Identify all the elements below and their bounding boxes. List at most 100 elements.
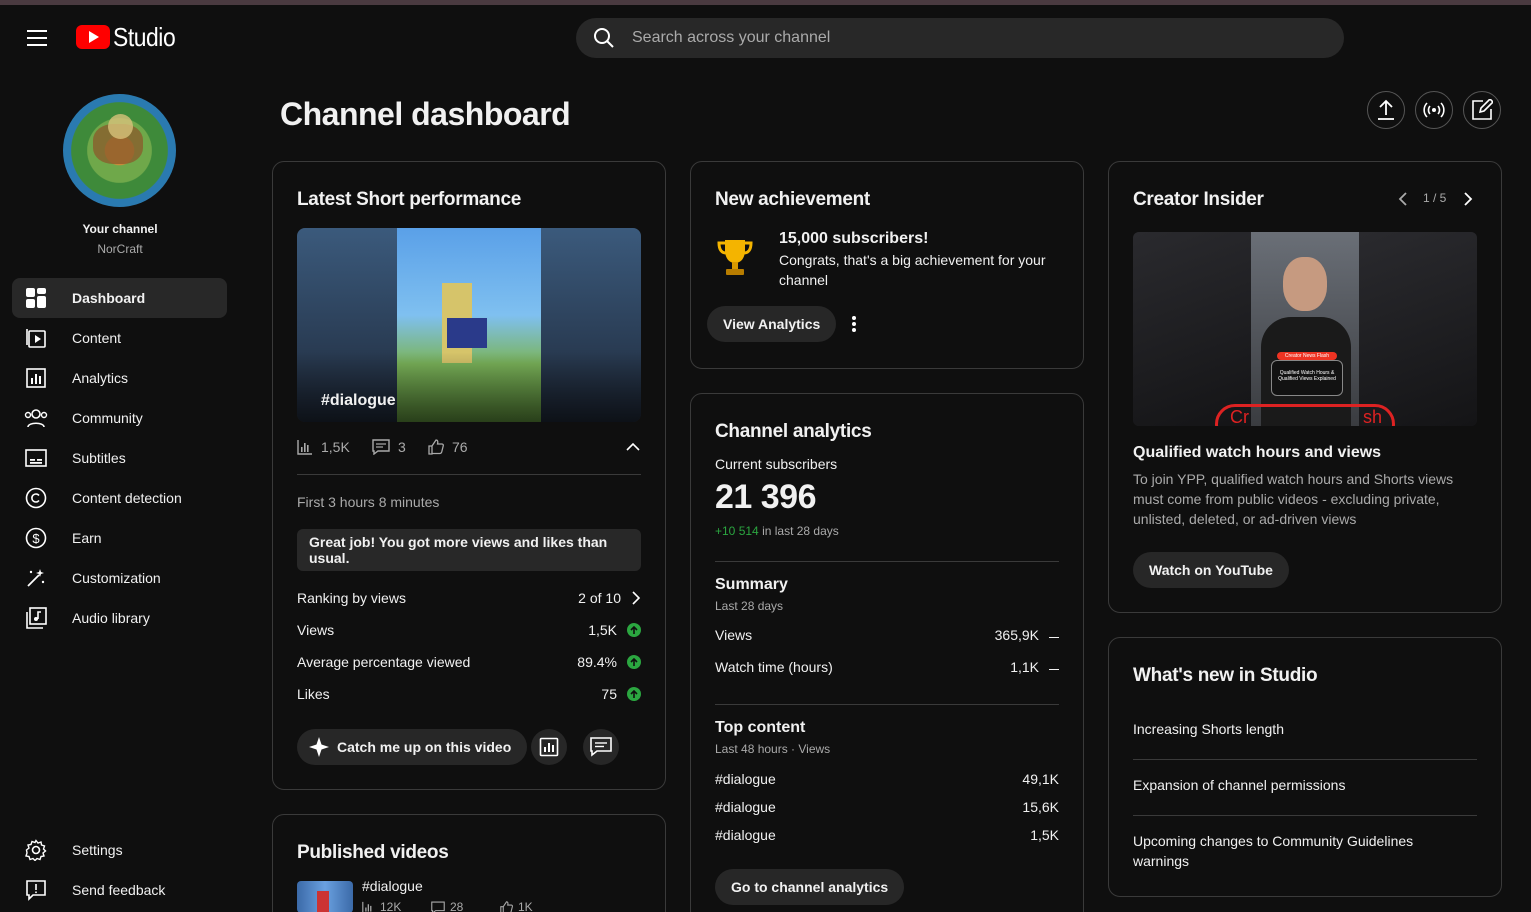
- dashboard-icon: [24, 286, 48, 310]
- likes-stat: 76: [428, 439, 468, 455]
- thumbnail-background: [1359, 232, 1477, 426]
- summary-title: Summary: [715, 576, 788, 593]
- bar-chart-icon: [297, 440, 312, 455]
- search-input[interactable]: [632, 29, 1312, 47]
- gear-icon: [24, 838, 48, 862]
- top-content-row[interactable]: #dialogue 1,5K: [715, 827, 1059, 843]
- sidebar-item-settings[interactable]: Settings: [12, 830, 227, 870]
- whats-new-card: What's new in Studio Increasing Shorts l…: [1108, 637, 1502, 897]
- sidebar-item-content[interactable]: Content: [12, 318, 227, 358]
- chevron-left-icon[interactable]: [1398, 191, 1408, 207]
- comments-count: 3: [398, 439, 406, 455]
- published-video-title[interactable]: #dialogue: [362, 878, 423, 894]
- summary-row-watch-time: Watch time (hours) 1,1K: [715, 659, 1059, 675]
- sidebar-item-label: Earn: [72, 530, 102, 546]
- sidebar-item-customization[interactable]: Customization: [12, 558, 227, 598]
- card-title: Published videos: [297, 842, 449, 863]
- news-item[interactable]: Upcoming changes to Community Guidelines…: [1133, 831, 1433, 871]
- insider-description: To join YPP, qualified watch hours and S…: [1133, 471, 1454, 527]
- chevron-right-icon[interactable]: [1463, 191, 1473, 207]
- go-to-channel-analytics-button[interactable]: Go to channel analytics: [715, 869, 905, 905]
- window-top-stripe: [0, 0, 1531, 5]
- creator-insider-thumbnail[interactable]: Creator News Flash Qualified Watch Hours…: [1133, 232, 1477, 426]
- published-likes-stat: 1K: [500, 900, 533, 912]
- go-live-button[interactable]: [1415, 91, 1453, 129]
- sidebar: Your channel NorCraft Dashboard Content …: [0, 70, 240, 912]
- top-content-row[interactable]: #dialogue 15,6K: [715, 799, 1059, 815]
- summary-metric-name: Views: [715, 627, 753, 643]
- sidebar-item-label: Content: [72, 330, 122, 346]
- channel-avatar[interactable]: [63, 94, 176, 207]
- top-content-row[interactable]: #dialogue 49,1K: [715, 771, 1059, 787]
- search-bar[interactable]: [576, 18, 1344, 58]
- arrow-up-icon: [627, 655, 641, 669]
- delta-suffix: in last 28 days: [762, 524, 839, 538]
- sidebar-item-analytics[interactable]: Analytics: [12, 358, 227, 398]
- sidebar-item-label: Subtitles: [72, 450, 126, 466]
- sidebar-item-label: Analytics: [72, 370, 129, 386]
- news-item[interactable]: Expansion of channel permissions: [1133, 775, 1477, 795]
- more-options-icon[interactable]: [851, 315, 857, 333]
- thumbnail-background: [1133, 232, 1251, 426]
- news-item[interactable]: Increasing Shorts length: [1133, 719, 1477, 739]
- sidebar-item-send-feedback[interactable]: Send feedback: [12, 870, 227, 910]
- likes-count: 76: [452, 439, 468, 455]
- metric-row-ranking[interactable]: Ranking by views 2 of 10: [297, 588, 641, 608]
- menu-icon[interactable]: [27, 30, 47, 46]
- studio-logo[interactable]: Studio: [76, 22, 184, 52]
- upload-button[interactable]: [1367, 91, 1405, 129]
- short-thumbnail[interactable]: #dialogue: [297, 228, 641, 422]
- top-content-title: #dialogue: [715, 827, 776, 843]
- video-analytics-button[interactable]: [531, 729, 567, 765]
- dollar-icon: $: [24, 526, 48, 550]
- upload-icon: [1378, 99, 1394, 120]
- view-analytics-button[interactable]: View Analytics: [707, 306, 837, 342]
- content-icon: [24, 326, 48, 350]
- metric-row-average-percentage-viewed: Average percentage viewed 89.4%: [297, 652, 641, 672]
- channel-analytics-card: Channel analytics Current subscribers 21…: [690, 393, 1084, 912]
- sidebar-item-label: Send feedback: [72, 882, 166, 898]
- summary-row-views: Views 365,9K: [715, 627, 1059, 643]
- sidebar-item-label: Customization: [72, 570, 161, 586]
- sidebar-item-earn[interactable]: $ Earn: [12, 518, 227, 558]
- thumbnail-badge-text: Creator News Flash: [1284, 353, 1330, 359]
- latest-short-card: Latest Short performance #dialogue 1,5K …: [272, 161, 666, 790]
- catch-me-up-button[interactable]: Catch me up on this video: [297, 729, 528, 765]
- delta-value: +10 514: [715, 524, 759, 538]
- arrow-up-icon: [627, 623, 641, 637]
- chevron-up-icon[interactable]: [626, 442, 640, 452]
- thumbnail-arc-text: Cr: [1230, 407, 1249, 426]
- metric-name: Views: [297, 622, 335, 638]
- top-content-period: Last 48 hours · Views: [715, 742, 831, 756]
- card-title: What's new in Studio: [1133, 665, 1318, 686]
- sidebar-item-community[interactable]: Community: [12, 398, 227, 438]
- sidebar-item-dashboard[interactable]: Dashboard: [12, 278, 227, 318]
- subscriber-delta: +10 514 in last 28 days: [715, 524, 839, 538]
- arrow-up-icon: [627, 687, 641, 701]
- published-views-stat: 12K: [362, 900, 401, 912]
- metric-name: Average percentage viewed: [297, 654, 471, 670]
- sidebar-item-audio-library[interactable]: Audio library: [12, 598, 227, 638]
- achievement-card: New achievement 15,000 subscribers! Cong…: [690, 161, 1084, 369]
- sidebar-item-subtitles[interactable]: Subtitles: [12, 438, 227, 478]
- copyright-icon: [24, 486, 48, 510]
- published-comments-stat: 28: [431, 900, 463, 912]
- thumbnail-title: #dialogue: [321, 392, 396, 409]
- comment-icon: [590, 737, 612, 757]
- sidebar-item-label: Community: [72, 410, 143, 426]
- summary-metric-name: Watch time (hours): [715, 659, 833, 675]
- watch-on-youtube-button[interactable]: Watch on YouTube: [1133, 552, 1289, 588]
- top-content-title: #dialogue: [715, 771, 776, 787]
- chevron-right-icon: [632, 591, 641, 605]
- sidebar-item-label: Dashboard: [72, 290, 146, 306]
- sidebar-item-content-detection[interactable]: Content detection: [12, 478, 227, 518]
- current-subscribers-label: Current subscribers: [715, 456, 838, 472]
- video-comments-button[interactable]: [583, 729, 619, 765]
- published-video-thumbnail[interactable]: [297, 881, 353, 912]
- trophy-icon: [717, 240, 753, 275]
- card-title: Latest Short performance: [297, 189, 522, 210]
- insider-video-title: Qualified watch hours and views: [1133, 444, 1382, 461]
- published-videos-card: Published videos #dialogue 12K 28 1K: [272, 814, 666, 912]
- thumbnail-presenter-face: [1283, 257, 1327, 311]
- create-post-button[interactable]: [1463, 91, 1501, 129]
